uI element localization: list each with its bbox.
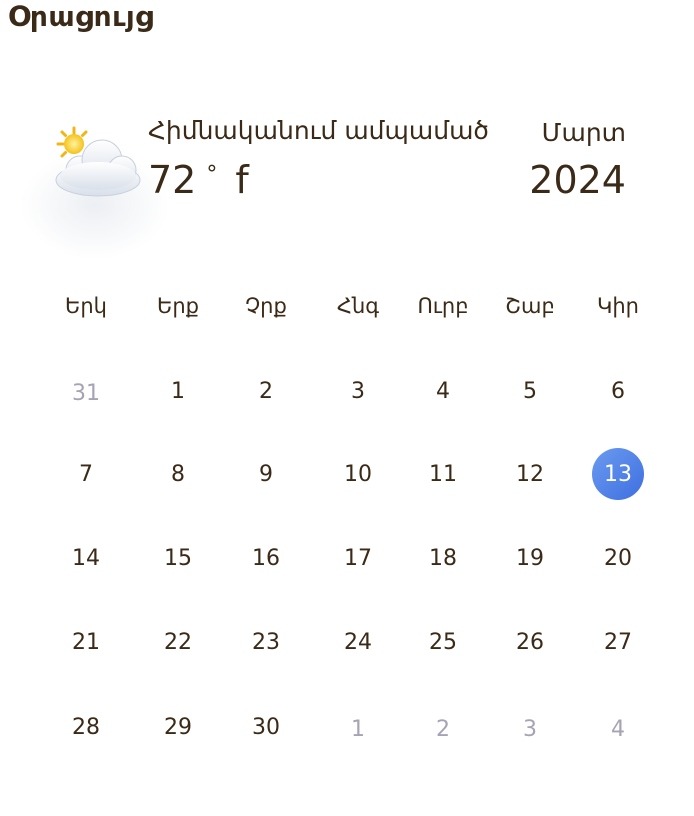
day-cell[interactable]: 3 [328, 371, 388, 411]
day-cell[interactable]: 9 [236, 454, 296, 494]
day-cell[interactable]: 14 [56, 538, 116, 578]
day-cell[interactable]: 8 [148, 454, 208, 494]
day-cell[interactable]: 17 [328, 538, 388, 578]
selected-day-cell[interactable]: 13 [592, 448, 644, 500]
adjacent-month-day-cell[interactable]: 2 [413, 709, 473, 749]
adjacent-month-day-cell[interactable]: 1 [328, 709, 388, 749]
day-cell[interactable]: 4 [413, 371, 473, 411]
day-cell[interactable]: 18 [413, 538, 473, 578]
day-cell[interactable]: 2 [236, 371, 296, 411]
day-cell[interactable]: 1 [148, 371, 208, 411]
adjacent-month-day-cell[interactable]: 31 [56, 373, 116, 413]
weekday-header: Հնգ [336, 294, 380, 318]
calendar-page: Օրացույց Հիմնականում ամպամած 72 ° f Մարտ… [0, 0, 694, 816]
weekday-header: Չրք [245, 294, 287, 318]
day-cell[interactable]: 19 [500, 538, 560, 578]
day-cell[interactable]: 28 [56, 707, 116, 747]
weekday-header: Երկ [65, 294, 107, 318]
day-cell[interactable]: 16 [236, 538, 296, 578]
weekday-header: Ուրբ [417, 294, 469, 318]
day-cell[interactable]: 5 [500, 371, 560, 411]
day-cell[interactable]: 24 [328, 622, 388, 662]
weekday-header: Կիր [597, 294, 639, 318]
adjacent-month-day-cell[interactable]: 4 [588, 709, 648, 749]
day-cell[interactable]: 21 [56, 622, 116, 662]
day-cell[interactable]: 10 [328, 454, 388, 494]
day-cell[interactable]: 11 [413, 454, 473, 494]
day-cell[interactable]: 20 [588, 538, 648, 578]
day-cell[interactable]: 12 [500, 454, 560, 494]
day-cell[interactable]: 23 [236, 622, 296, 662]
day-cell[interactable]: 6 [588, 371, 648, 411]
day-cell[interactable]: 25 [413, 622, 473, 662]
weekday-header: Երք [156, 294, 200, 318]
day-cell[interactable]: 29 [148, 707, 208, 747]
day-cell[interactable]: 7 [56, 454, 116, 494]
day-cell[interactable]: 27 [588, 622, 648, 662]
day-cell[interactable]: 30 [236, 707, 296, 747]
day-cell[interactable]: 22 [148, 622, 208, 662]
day-cell[interactable]: 26 [500, 622, 560, 662]
day-cell[interactable]: 15 [148, 538, 208, 578]
weekday-header: Շաբ [505, 294, 555, 318]
calendar-grid: Երկ Երք Չրք Հնգ Ուրբ Շաբ Կիր 31 1 2 3 4 5 6 7 8 9 10 11 12 1… [0, 0, 694, 816]
adjacent-month-day-cell[interactable]: 3 [500, 709, 560, 749]
